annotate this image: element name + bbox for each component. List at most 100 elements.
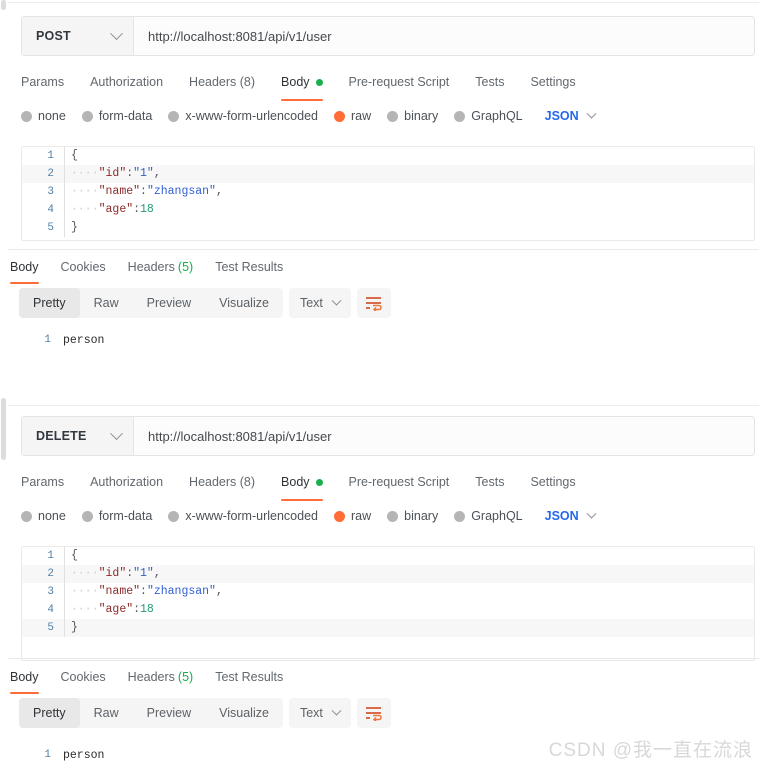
method-selector-post[interactable]: POST xyxy=(22,17,134,55)
radio-none[interactable]: none xyxy=(21,509,66,523)
line-number: 5 xyxy=(47,222,54,234)
tab-settings[interactable]: Settings xyxy=(530,68,575,96)
radio-raw[interactable]: raw xyxy=(334,509,371,523)
response-view-segmented-control: Pretty Raw Preview Visualize xyxy=(19,698,283,728)
response-tab-body[interactable]: Body xyxy=(10,255,39,284)
tab-label: Headers xyxy=(127,670,175,684)
headers-count: (5) xyxy=(177,260,194,274)
line-content: { xyxy=(64,147,754,165)
view-pretty[interactable]: Pretty xyxy=(19,698,80,728)
radio-none[interactable]: none xyxy=(21,109,66,123)
csdn-watermark: CSDN @我一直在流浪 xyxy=(548,740,753,761)
radio-binary[interactable]: binary xyxy=(387,509,438,523)
tab-headers[interactable]: Headers (8) xyxy=(189,468,255,496)
response-tab-test-results[interactable]: Test Results xyxy=(215,665,283,689)
tab-params[interactable]: Params xyxy=(21,468,64,496)
response-tab-headers[interactable]: Headers (5) xyxy=(128,665,194,689)
tab-label: Authorization xyxy=(90,75,164,89)
radio-raw[interactable]: raw xyxy=(334,109,371,123)
wrap-lines-icon xyxy=(366,706,383,721)
code-line: 4 ····"age":18 xyxy=(22,601,754,619)
radio-form-data[interactable]: form-data xyxy=(81,109,153,123)
response-type-selector-delete[interactable]: Text xyxy=(288,698,351,728)
line-number: 4 xyxy=(47,204,54,216)
tab-label: Cookies xyxy=(60,670,106,684)
tab-body[interactable]: Body xyxy=(281,68,323,101)
tab-pre-request-script[interactable]: Pre-request Script xyxy=(349,68,450,96)
line-number: 3 xyxy=(47,586,54,598)
postman-screenshot: POST http://localhost:8081/api/v1/user P… xyxy=(0,0,759,769)
view-preview[interactable]: Preview xyxy=(133,288,205,318)
tab-tests[interactable]: Tests xyxy=(475,68,504,96)
line-content: { xyxy=(64,547,754,565)
view-visualize[interactable]: Visualize xyxy=(205,288,283,318)
tab-authorization[interactable]: Authorization xyxy=(90,468,163,496)
response-tab-body[interactable]: Body xyxy=(10,665,39,694)
code-line: 3 ····"name":"zhangsan", xyxy=(22,583,754,601)
method-selector-delete[interactable]: DELETE xyxy=(22,417,134,455)
url-input-post[interactable]: http://localhost:8081/api/v1/user xyxy=(134,17,754,55)
line-content: } xyxy=(64,619,754,637)
response-type-label: Text xyxy=(299,706,323,720)
radio-dot-icon xyxy=(21,510,32,522)
request-body-editor-delete[interactable]: 1 { 2 ····"id":"1", 3 ····"name":"zhangs… xyxy=(21,546,755,661)
chevron-down-icon xyxy=(110,426,123,440)
chevron-down-icon xyxy=(331,705,342,716)
radio-graphql[interactable]: GraphQL xyxy=(454,509,523,523)
view-preview[interactable]: Preview xyxy=(133,698,205,728)
request-body-editor-post[interactable]: 1 { 2 ····"id":"1", 3 ····"name":"zhangs… xyxy=(21,146,755,241)
radio-dot-icon xyxy=(334,110,345,122)
url-input-delete[interactable]: http://localhost:8081/api/v1/user xyxy=(134,417,754,455)
code-line: 2 ····"id":"1", xyxy=(22,165,754,183)
chevron-down-icon xyxy=(586,508,597,519)
panel-top-divider xyxy=(8,2,759,3)
view-raw[interactable]: Raw xyxy=(80,288,133,318)
radio-dot-icon xyxy=(81,510,93,522)
tab-label: Body xyxy=(281,475,310,489)
response-tab-cookies[interactable]: Cookies xyxy=(61,255,106,279)
line-number: 5 xyxy=(47,622,54,634)
chevron-down-icon xyxy=(331,295,342,306)
radio-binary[interactable]: binary xyxy=(387,109,438,123)
response-tab-test-results[interactable]: Test Results xyxy=(215,255,283,279)
radio-form-data[interactable]: form-data xyxy=(81,509,152,523)
tab-tests[interactable]: Tests xyxy=(475,468,504,496)
tab-pre-request-script[interactable]: Pre-request Script xyxy=(349,468,450,496)
response-type-selector-post[interactable]: Text xyxy=(288,288,351,318)
view-pretty[interactable]: Pretty xyxy=(19,288,80,318)
body-modified-dot-icon xyxy=(315,478,323,486)
radio-x-www-form-urlencoded[interactable]: x-www-form-urlencoded xyxy=(168,109,318,123)
tab-label: Test Results xyxy=(215,670,284,684)
radio-label: GraphQL xyxy=(471,109,523,123)
radio-label: raw xyxy=(351,509,372,523)
tab-label: Params xyxy=(21,475,65,489)
radio-x-www-form-urlencoded[interactable]: x-www-form-urlencoded xyxy=(168,509,318,523)
radio-label: form-data xyxy=(98,109,153,123)
raw-format-selector-post[interactable]: JSON xyxy=(545,108,597,123)
request-panel-post: POST http://localhost:8081/api/v1/user P… xyxy=(0,0,759,400)
tab-params[interactable]: Params xyxy=(21,68,64,96)
tab-headers[interactable]: Headers (8) xyxy=(189,68,255,96)
request-tabs-delete: Params Authorization Headers (8) Body Pr… xyxy=(21,468,602,501)
tab-label: Headers (8) xyxy=(189,75,256,89)
code-line: 5 } xyxy=(22,219,754,237)
radio-dot-icon xyxy=(334,510,345,522)
radio-label: binary xyxy=(404,109,439,123)
tab-label: Headers (8) xyxy=(189,475,256,489)
radio-graphql[interactable]: GraphQL xyxy=(454,109,523,123)
wrap-lines-button-post[interactable] xyxy=(356,288,391,318)
code-line: 3 ····"name":"zhangsan", xyxy=(22,183,754,201)
line-content: person xyxy=(63,748,105,762)
tab-authorization[interactable]: Authorization xyxy=(90,68,163,96)
response-tab-cookies[interactable]: Cookies xyxy=(61,665,106,689)
tab-label: Tests xyxy=(475,475,505,489)
view-raw[interactable]: Raw xyxy=(80,698,133,728)
raw-format-selector-delete[interactable]: JSON xyxy=(545,508,597,523)
response-tab-headers[interactable]: Headers (5) xyxy=(128,255,194,279)
wrap-lines-button-delete[interactable] xyxy=(356,698,391,728)
tab-settings[interactable]: Settings xyxy=(530,468,575,496)
view-visualize[interactable]: Visualize xyxy=(205,698,283,728)
line-number: 3 xyxy=(47,186,54,198)
tab-body[interactable]: Body xyxy=(281,468,323,501)
line-content: } xyxy=(64,219,754,237)
